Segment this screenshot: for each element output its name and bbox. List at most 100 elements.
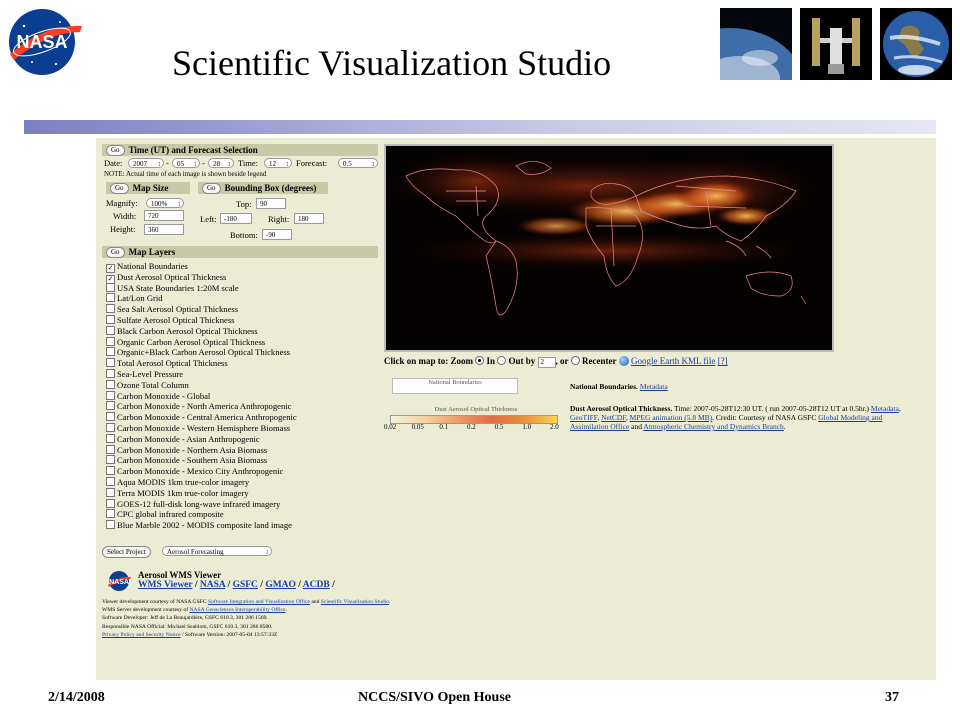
map-size-go-button[interactable]: Go	[110, 183, 129, 194]
layer-checkbox[interactable]	[106, 347, 115, 357]
time-select[interactable]: 12	[264, 158, 292, 169]
zoom-in-radio[interactable]	[475, 356, 485, 365]
layer-item[interactable]: Ozone Total Column	[106, 379, 189, 391]
layer-checkbox[interactable]	[106, 336, 115, 346]
layer-item[interactable]: Terra MODIS 1km true-color imagery	[106, 487, 249, 499]
aerosol-map[interactable]	[384, 144, 834, 352]
map-layers-header: Go Map Layers	[102, 246, 378, 258]
gsfc-link[interactable]: GSFC	[233, 580, 258, 590]
layer-item[interactable]: USA State Boundaries 1:20M scale	[106, 282, 239, 294]
forecast-label: Forecast:	[296, 158, 328, 168]
day-select[interactable]: 28	[208, 158, 234, 169]
recenter-radio[interactable]	[570, 356, 580, 365]
layer-item[interactable]: ✓ National Boundaries	[106, 261, 188, 273]
dust-mpeg-link[interactable]: MPEG animation (5.8 MB)	[630, 413, 713, 422]
layer-checkbox[interactable]	[106, 358, 115, 368]
layer-checkbox[interactable]	[106, 325, 115, 335]
bbox-top-input[interactable]: 90	[256, 198, 286, 209]
layer-checkbox[interactable]	[106, 477, 115, 486]
layer-item[interactable]: Carbon Monoxide - Southern Asia Biomass	[106, 455, 267, 466]
layer-checkbox[interactable]	[106, 498, 115, 508]
credit-line: Software Developer: Jeff de La Beaujardi…	[102, 614, 390, 622]
layer-item[interactable]: Lat/Lon Grid	[106, 293, 163, 304]
layer-item[interactable]: GOES-12 full-disk long-wave infrared ima…	[106, 498, 281, 510]
layer-checkbox[interactable]	[106, 412, 115, 422]
layer-item[interactable]: Carbon Monoxide - North America Anthropo…	[106, 401, 291, 412]
time-go-button[interactable]: Go	[106, 145, 125, 156]
zoom-out-radio[interactable]	[497, 356, 507, 365]
layer-item[interactable]: Carbon Monoxide - Central America Anthro…	[106, 412, 297, 423]
layer-item[interactable]: Organic Carbon Aerosol Optical Thickness	[106, 336, 265, 348]
time-section-header: Go Time (UT) and Forecast Selection	[102, 144, 378, 156]
wms-viewer-link[interactable]: WMS Viewer	[138, 580, 192, 590]
zoom-factor-input[interactable]: 2	[537, 357, 556, 368]
layer-item[interactable]: Organic+Black Carbon Aerosol Optical Thi…	[106, 347, 290, 358]
credit-link[interactable]: Scientific Visualization Studio	[321, 599, 389, 605]
layer-checkbox[interactable]	[106, 401, 115, 411]
layers-go-button[interactable]: Go	[106, 247, 125, 258]
layer-item[interactable]: Carbon Monoxide - Asian Anthropogenic	[106, 433, 260, 445]
layer-label: Sulfate Aerosol Optical Thickness	[117, 315, 235, 325]
month-select[interactable]: 05	[172, 158, 200, 169]
dust-netcdf-link[interactable]: NetCDF	[601, 413, 626, 422]
layer-checkbox[interactable]	[106, 304, 115, 314]
magnify-select[interactable]: 100%	[146, 198, 184, 209]
layer-item[interactable]: Sea-Level Pressure	[106, 369, 183, 380]
bbox-bottom-input[interactable]: -90	[262, 229, 292, 240]
gmao-link[interactable]: GMAO	[265, 580, 296, 590]
layer-item[interactable]: ✓ Dust Aerosol Optical Thickness	[106, 272, 226, 284]
credit-link[interactable]: Software Integration and Visualization O…	[208, 599, 310, 605]
forecast-select[interactable]: 0.5	[338, 158, 378, 169]
layer-item[interactable]: Blue Marble 2002 - MODIS composite land …	[106, 520, 292, 531]
footer-date: 2/14/2008	[48, 690, 105, 705]
layer-checkbox[interactable]	[106, 444, 115, 454]
layer-checkbox[interactable]	[106, 466, 115, 476]
bbox-right-input[interactable]: 180	[294, 213, 324, 224]
layer-checkbox[interactable]	[106, 315, 115, 324]
layer-label: Carbon Monoxide - North America Anthropo…	[117, 401, 292, 412]
select-project-button[interactable]: Select Project	[102, 546, 151, 558]
project-select[interactable]: Aerosol Forecasting	[162, 546, 272, 557]
layer-label: GOES-12 full-disk long-wave infrared ima…	[117, 498, 281, 509]
layer-item[interactable]: Total Aerosol Optical Thickness	[106, 358, 228, 369]
layer-item[interactable]: Sea Salt Aerosol Optical Thickness	[106, 304, 238, 315]
layer-item[interactable]: Aqua MODIS 1km true-color imagery	[106, 477, 249, 488]
acdb-credit-link[interactable]: Atmospheric Chemistry and Dynamics Branc…	[643, 422, 783, 431]
credit-link[interactable]: Privacy Policy and Security Notice	[102, 632, 181, 638]
layer-checkbox[interactable]	[106, 379, 115, 389]
layer-checkbox[interactable]	[106, 509, 115, 519]
layer-item[interactable]: CPC global infrared composite	[106, 509, 224, 520]
layer-item[interactable]: Carbon Monoxide - Western Hemisphere Bio…	[106, 423, 290, 434]
dust-tick-label: 1.0	[522, 423, 532, 431]
layer-checkbox[interactable]	[106, 423, 115, 432]
width-input[interactable]: 720	[144, 210, 184, 221]
nasa-link[interactable]: NASA	[200, 580, 225, 590]
layer-checkbox[interactable]	[106, 433, 115, 443]
credit-link[interactable]: NASA Geosciences Interoperability Office	[189, 607, 285, 613]
layer-item[interactable]: Carbon Monoxide - Northern Asia Biomass	[106, 444, 267, 456]
layer-checkbox[interactable]	[106, 487, 115, 497]
layer-label: Carbon Monoxide - Mexico City Anthropoge…	[117, 466, 284, 477]
layer-checkbox[interactable]	[106, 369, 115, 378]
year-select[interactable]: 2007	[128, 158, 164, 169]
dust-geotiff-link[interactable]: GeoTIFF	[570, 413, 597, 422]
height-input[interactable]: 360	[144, 224, 184, 235]
acdb-link[interactable]: ACDB	[303, 580, 330, 590]
boundaries-metadata-link[interactable]: Metadata	[640, 382, 668, 391]
layer-item[interactable]: Sulfate Aerosol Optical Thickness	[106, 315, 235, 326]
layer-checkbox[interactable]	[106, 520, 115, 530]
layer-item[interactable]: Carbon Monoxide - Mexico City Anthropoge…	[106, 466, 283, 477]
bbox-left-input[interactable]: -180	[220, 213, 252, 224]
dust-metadata-link[interactable]: Metadata	[871, 404, 899, 413]
layer-checkbox[interactable]	[106, 455, 115, 465]
kml-help-link[interactable]: [?]	[718, 356, 728, 366]
layer-checkbox[interactable]	[106, 293, 115, 303]
dust-tick-label: 0.05	[411, 423, 424, 431]
layer-item[interactable]: Carbon Monoxide - Global	[106, 390, 210, 402]
layer-checkbox[interactable]	[106, 390, 115, 400]
layer-item[interactable]: Black Carbon Aerosol Optical Thickness	[106, 325, 258, 337]
viewer-links: WMS Viewer / NASA / GSFC / GMAO / ACDB /	[138, 580, 335, 590]
kml-link[interactable]: Google Earth KML file	[631, 356, 715, 366]
layer-checkbox[interactable]	[106, 282, 115, 292]
bbox-go-button[interactable]: Go	[202, 183, 221, 194]
